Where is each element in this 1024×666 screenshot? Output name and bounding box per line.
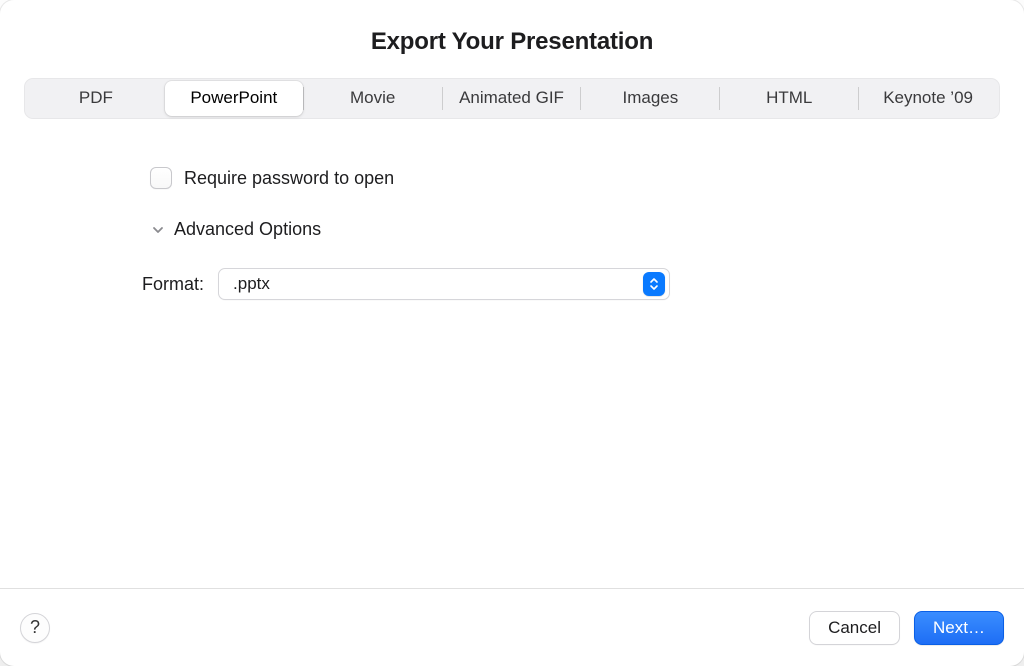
title-area: Export Your Presentation	[0, 0, 1024, 78]
chevron-down-icon	[150, 222, 166, 238]
require-password-checkbox[interactable]	[150, 167, 172, 189]
require-password-label: Require password to open	[184, 168, 394, 189]
sheet-title: Export Your Presentation	[0, 28, 1024, 56]
tab-powerpoint[interactable]: PowerPoint	[165, 81, 303, 116]
export-format-tabs: PDF PowerPoint Movie Animated GIF Images…	[0, 78, 1024, 119]
export-sheet: Export Your Presentation PDF PowerPoint …	[0, 0, 1024, 666]
format-row: Format: .pptx	[142, 268, 1024, 300]
format-popup[interactable]: .pptx	[218, 268, 670, 300]
tab-html[interactable]: HTML	[720, 81, 858, 116]
help-button[interactable]: ?	[20, 613, 50, 643]
advanced-options-disclosure[interactable]: Advanced Options	[150, 219, 1024, 240]
require-password-row: Require password to open	[150, 167, 1024, 189]
next-button-label: Next…	[933, 618, 985, 638]
tab-animated-gif[interactable]: Animated GIF	[443, 81, 581, 116]
cancel-button[interactable]: Cancel	[809, 611, 900, 645]
advanced-options-label: Advanced Options	[174, 219, 321, 240]
next-button[interactable]: Next…	[914, 611, 1004, 645]
format-label: Format:	[142, 274, 204, 295]
sheet-footer: ? Cancel Next…	[0, 588, 1024, 666]
segmented-control: PDF PowerPoint Movie Animated GIF Images…	[24, 78, 1000, 119]
options-pane: Require password to open Advanced Option…	[0, 119, 1024, 588]
cancel-button-label: Cancel	[828, 618, 881, 638]
tab-images[interactable]: Images	[581, 81, 719, 116]
tab-movie[interactable]: Movie	[304, 81, 442, 116]
help-icon: ?	[30, 617, 40, 638]
tab-pdf[interactable]: PDF	[27, 81, 165, 116]
popup-updown-icon	[643, 272, 665, 296]
format-value: .pptx	[233, 274, 270, 294]
tab-keynote09[interactable]: Keynote ’09	[859, 81, 997, 116]
